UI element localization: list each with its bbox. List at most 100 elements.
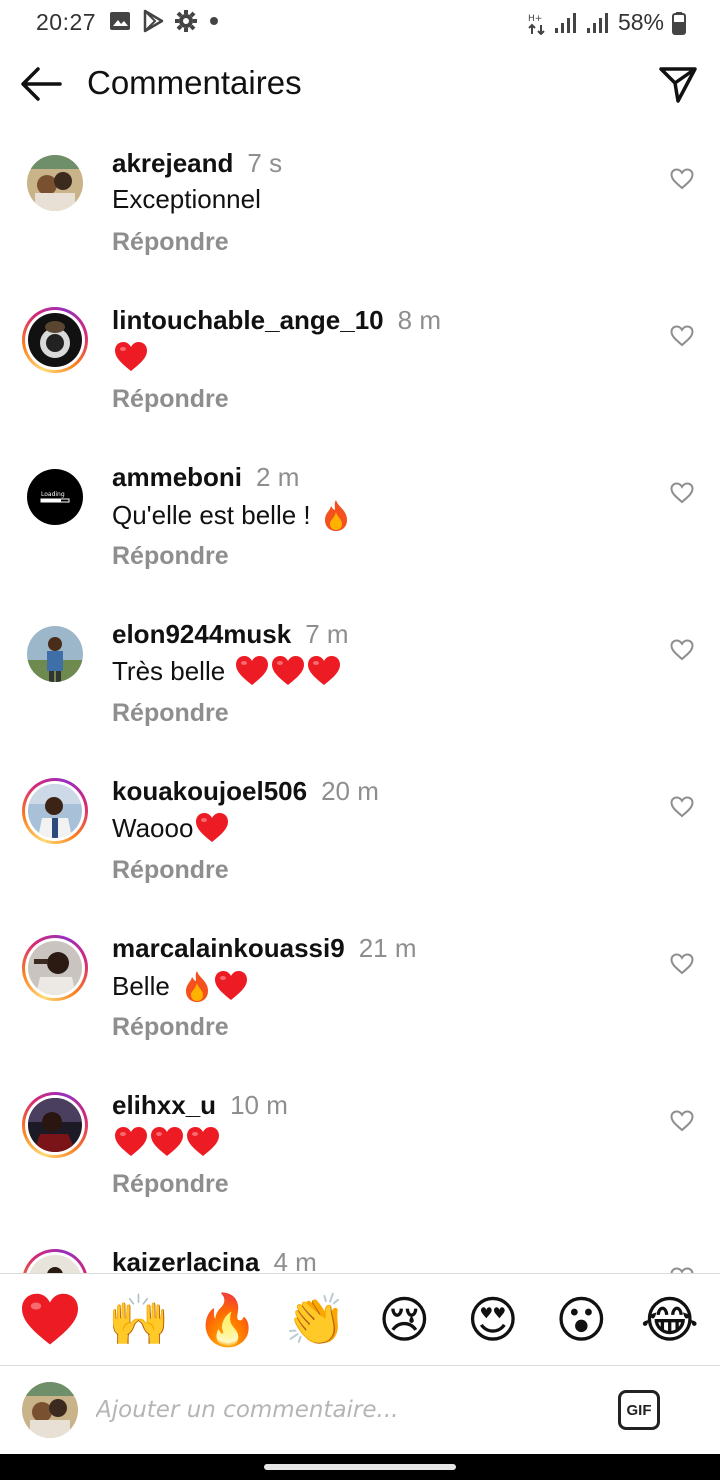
gear-icon [175, 10, 197, 32]
page-title: Commentaires [87, 64, 302, 101]
avatar-image [27, 155, 83, 211]
home-indicator[interactable] [264, 1464, 456, 1470]
heart-outline-icon [670, 168, 694, 190]
emoji-raised-hands-button[interactable]: 🙌 [107, 1288, 171, 1352]
paper-plane-icon [659, 67, 697, 103]
dot-icon [210, 17, 218, 25]
reply-button[interactable]: Répondre [112, 228, 229, 257]
comment-input[interactable] [96, 1388, 586, 1432]
avatar[interactable] [22, 621, 88, 687]
avatar[interactable]: Loading [22, 464, 88, 530]
avatar-image [27, 626, 83, 682]
own-avatar [22, 1382, 78, 1438]
comment-body: Waooo [112, 812, 194, 843]
comment-item: kouakoujoel506 20 m Waooo Répondre [0, 756, 720, 913]
comments-list[interactable]: akrejeand 7 s Exceptionnel Répondre linto… [0, 128, 720, 1273]
comment-item: marcalainkouassi9 21 m Belle Répondre [0, 913, 720, 1070]
comment-time: 10 m [230, 1090, 288, 1120]
comment-body: Qu'elle est belle ! [112, 499, 311, 530]
avatar-story-ring[interactable] [22, 1249, 88, 1273]
comment-username[interactable]: ammeboni [112, 462, 242, 492]
avatar-story-ring[interactable] [22, 935, 88, 1001]
status-system-icons: H+ 58% [528, 9, 686, 36]
heart-outline-icon [670, 953, 694, 975]
arrow-left-icon [21, 67, 62, 101]
heart-outline-icon [670, 796, 694, 818]
back-button[interactable] [20, 64, 64, 104]
comment-body: Très belle [112, 655, 226, 686]
comment-item: akrejeand 7 s Exceptionnel Répondre [0, 128, 720, 285]
comment-username[interactable]: elon9244musk [112, 619, 291, 649]
reply-button[interactable]: Répondre [112, 856, 229, 885]
heart-outline-icon [670, 482, 694, 504]
status-notification-icons [108, 9, 220, 33]
like-button[interactable] [670, 796, 694, 818]
red-heart-emoji [308, 656, 341, 685]
emoji-clap-button[interactable]: 👏 [284, 1288, 348, 1352]
avatar-story-ring[interactable] [22, 778, 88, 844]
emoji-quick-bar: 🙌 🔥 👏 😢 😍 😮 😂 [0, 1273, 720, 1366]
avatar-image [28, 941, 82, 995]
gif-button[interactable]: GIF [618, 1390, 660, 1430]
emoji-laughing-button[interactable]: 😂 [638, 1288, 702, 1352]
emoji-heart-eyes-button[interactable]: 😍 [461, 1288, 525, 1352]
signal-icon [586, 12, 608, 33]
comment-text: Très belle [112, 655, 341, 687]
signal-icon [554, 12, 576, 33]
comment-text: Belle [112, 969, 248, 1003]
status-bar: 20:27 H+ 58% [0, 0, 720, 44]
like-button[interactable] [670, 482, 694, 504]
svg-text:H+: H+ [528, 14, 542, 24]
red-heart-emoji [22, 1293, 79, 1344]
red-heart-emoji [196, 813, 229, 842]
comment-body: Exceptionnel [112, 184, 261, 214]
comment-input-bar: GIF [0, 1366, 720, 1454]
red-heart-emoji [115, 342, 147, 371]
battery-icon [672, 11, 686, 35]
reply-button[interactable]: Répondre [112, 1013, 229, 1042]
reply-button[interactable]: Répondre [112, 1170, 229, 1199]
comment-item: kaizerlacina 4 m [0, 1227, 720, 1273]
comment-username[interactable]: akrejeand [112, 148, 233, 178]
like-button[interactable] [670, 639, 694, 661]
like-button[interactable] [670, 168, 694, 190]
like-button[interactable] [670, 325, 694, 347]
comment-username[interactable]: lintouchable_ange_10 [112, 305, 384, 335]
heart-outline-icon [670, 639, 694, 661]
avatar-story-ring[interactable] [22, 1092, 88, 1158]
comment-username[interactable]: elihxx_u [112, 1090, 216, 1120]
heart-outline-icon [670, 325, 694, 347]
avatar-image: Loading [27, 469, 83, 525]
comment-username[interactable]: kouakoujoel506 [112, 776, 307, 806]
comment-time: 20 m [321, 776, 379, 806]
avatar[interactable] [22, 150, 88, 216]
emoji-crying-button[interactable]: 😢 [372, 1288, 436, 1352]
avatar-image [28, 1098, 82, 1152]
avatar-story-ring[interactable] [22, 307, 88, 373]
reply-button[interactable]: Répondre [112, 542, 229, 571]
fire-emoji [324, 500, 347, 531]
comment-username[interactable]: kaizerlacina [112, 1247, 259, 1273]
reply-button[interactable]: Répondre [112, 385, 229, 414]
red-heart-emoji [214, 971, 247, 1000]
reply-button[interactable]: Répondre [112, 699, 229, 728]
comment-time: 4 m [273, 1247, 317, 1273]
comment-time: 21 m [358, 933, 417, 963]
emoji-heart-button[interactable] [18, 1288, 82, 1352]
emoji-fire-button[interactable]: 🔥 [195, 1288, 259, 1352]
emoji-surprised-button[interactable]: 😮 [549, 1288, 613, 1352]
comment-text [112, 1126, 220, 1158]
comment-username[interactable]: marcalainkouassi9 [112, 933, 345, 963]
like-button[interactable] [670, 1110, 694, 1132]
image-icon [110, 12, 130, 30]
avatar-image [28, 784, 82, 838]
comment-text [112, 341, 148, 373]
red-heart-emoji [115, 1127, 147, 1156]
comment-item: elon9244musk 7 m Très belle Répondre [0, 599, 720, 756]
play-store-icon [143, 9, 164, 33]
red-heart-emoji [236, 656, 269, 685]
like-button[interactable] [670, 953, 694, 975]
send-button[interactable] [658, 64, 698, 104]
comment-item: elihxx_u 10 m Répondre [0, 1070, 720, 1227]
header: Commentaires [0, 44, 720, 128]
